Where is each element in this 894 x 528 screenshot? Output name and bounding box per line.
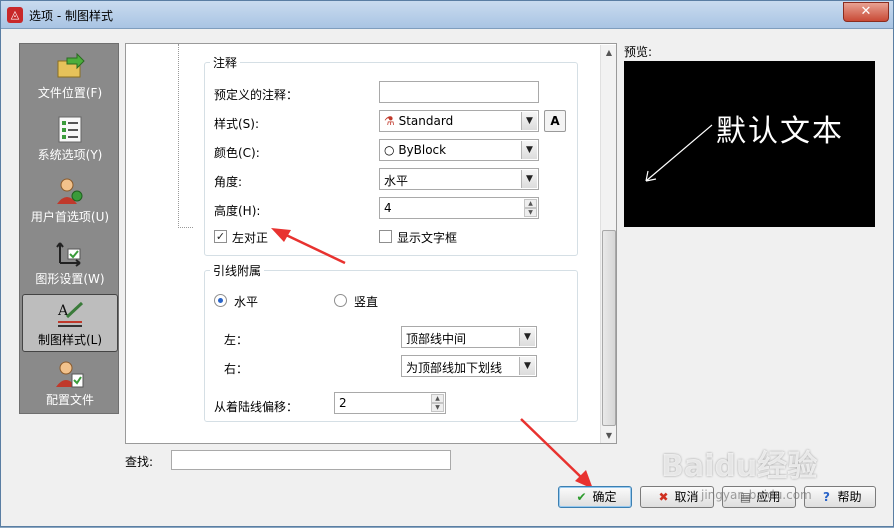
cancel-label: 取消 xyxy=(674,490,699,504)
ok-button[interactable]: ✔ 确定 xyxy=(558,486,632,508)
watermark-logo: Baidu经验 xyxy=(661,449,818,484)
help-icon: ? xyxy=(823,490,830,504)
close-icon: ✖ xyxy=(658,490,669,504)
help-label: 帮助 xyxy=(837,490,862,504)
options-dialog: ◬ 选项 - 制图样式 ✕ 文件位置(F) 系统选项(Y) 用户首选项(U) 图… xyxy=(0,0,894,527)
check-icon: ✔ xyxy=(576,490,587,504)
ok-label: 确定 xyxy=(592,490,617,504)
help-button[interactable]: ? 帮助 xyxy=(804,486,876,508)
watermark-url: jingyan.baidu.com xyxy=(701,488,812,502)
